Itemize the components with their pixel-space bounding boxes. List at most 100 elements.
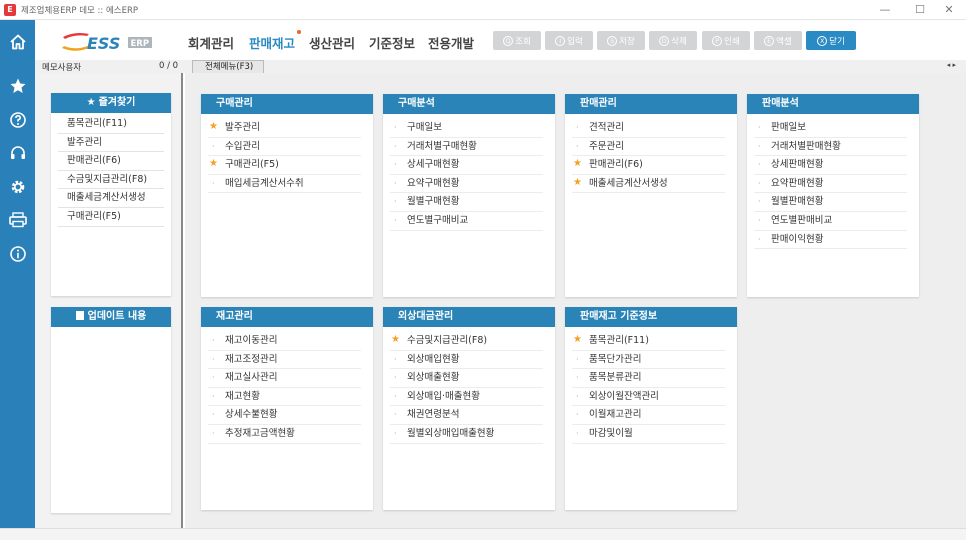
menu-item[interactable]: · 요약구매현황: [390, 175, 543, 194]
bullet-icon: ·: [576, 123, 579, 132]
menu-card-title: 판매분석: [747, 94, 919, 114]
menu-item[interactable]: · 거래처별판매현황: [754, 138, 907, 157]
minimize-button[interactable]: —: [868, 0, 902, 20]
menu-item[interactable]: · 판매이익현황: [754, 231, 907, 250]
memo-user-label: 메모사용자: [42, 63, 82, 73]
menu-item[interactable]: · 이월재고관리: [572, 406, 725, 425]
gear-icon[interactable]: [0, 173, 35, 201]
menu-item[interactable]: ★ 발주관리: [208, 119, 361, 138]
menu-item[interactable]: · 거래처별구매현황: [390, 138, 543, 157]
menu-item[interactable]: · 외상이월잔액관리: [572, 388, 725, 407]
bullet-icon: ·: [758, 123, 761, 132]
app-icon: E: [4, 3, 16, 16]
menu-item[interactable]: · 추정재고금액현황: [208, 425, 361, 444]
excel-icon: E: [764, 35, 775, 46]
menu-item-label: 재고이동관리: [225, 335, 278, 346]
print-button[interactable]: P 인쇄: [702, 31, 750, 50]
delete-button[interactable]: D 삭제: [649, 31, 697, 50]
close-window-button[interactable]: ✕: [932, 0, 966, 20]
bullet-icon: ·: [576, 141, 579, 151]
menu-item[interactable]: · 월별구매현황: [390, 193, 543, 212]
menu-item[interactable]: · 재고실사관리: [208, 369, 361, 388]
menu-item-label: 견적관리: [589, 122, 624, 133]
menu-item[interactable]: ★ 구매관리(F5): [208, 156, 361, 175]
window-title: 제조업체용ERP 데모 :: 에스ERP: [21, 5, 139, 16]
menu-item[interactable]: · 수입관리: [208, 138, 361, 157]
bullet-icon: ·: [394, 215, 397, 225]
menu-item[interactable]: · 재고이동관리: [208, 332, 361, 351]
tab-all-menu[interactable]: 전체메뉴(F3): [192, 60, 265, 73]
menu-item-label: 상세수불현황: [225, 409, 278, 421]
input-button-label: 입력: [567, 36, 583, 47]
updates-title: 업데이트 내용: [87, 311, 147, 322]
menu-card-list: · 판매일보 · 거래처별판매현황 · 상세판매현황 · 요약판매현황 · 월별판매현황 · 연도별판…: [747, 119, 919, 250]
menu-item-label: 판매일보: [771, 122, 806, 133]
printer-icon[interactable]: [0, 206, 35, 234]
menu-item[interactable]: · 품목분류관리: [572, 369, 725, 388]
menu-item[interactable]: · 연도별판매비교: [754, 212, 907, 231]
menu-item[interactable]: · 주문관리: [572, 138, 725, 157]
menu-item[interactable]: · 상세수불현황: [208, 406, 361, 425]
menu-item[interactable]: · 요약판매현황: [754, 175, 907, 194]
menu-item[interactable]: · 재고조정관리: [208, 351, 361, 370]
menu-item[interactable]: · 외상매출현황: [390, 369, 543, 388]
menu-item[interactable]: · 견적관리: [572, 119, 725, 138]
tab-scroll-arrows[interactable]: ◂ ▸: [947, 61, 956, 69]
favorite-item[interactable]: 구매관리(F5): [58, 208, 164, 227]
favorite-item[interactable]: 매출세금계산서생성: [58, 189, 164, 208]
menu-item[interactable]: · 품목단가관리: [572, 351, 725, 370]
menu-item[interactable]: · 상세판매현황: [754, 156, 907, 175]
menu-item[interactable]: · 상세구매현황: [390, 156, 543, 175]
search-button[interactable]: Q 조회: [493, 31, 541, 50]
home-icon[interactable]: [0, 28, 35, 56]
bullet-icon: ·: [394, 178, 397, 188]
bullet-icon: ·: [576, 373, 579, 383]
input-button[interactable]: I 입력: [545, 31, 593, 50]
favorite-item[interactable]: 발주관리: [58, 134, 164, 153]
menu-item[interactable]: ★ 수금및지급관리(F8): [390, 332, 543, 351]
menu-item[interactable]: · 연도별구매비교: [390, 212, 543, 231]
menu-card-title: 외상대금관리: [383, 307, 555, 327]
excel-button[interactable]: E 엑셀: [754, 31, 802, 50]
menu-item[interactable]: · 월별외상매입매출현황: [390, 425, 543, 444]
menu-item-label: 구매일보: [407, 122, 442, 133]
help-icon[interactable]: [0, 106, 35, 134]
menu-item[interactable]: · 외상매입·매출현황: [390, 388, 543, 407]
menu-item[interactable]: · 매입세금계산서수취: [208, 175, 361, 194]
menu-item[interactable]: · 월별판매현황: [754, 193, 907, 212]
menu-item[interactable]: ★ 품목관리(F11): [572, 332, 725, 351]
bullet-icon: ·: [394, 410, 397, 420]
favorite-item[interactable]: 품목관리(F11): [58, 115, 164, 134]
menu-item[interactable]: · 구매일보: [390, 119, 543, 138]
menu-accounting[interactable]: 회계관리: [188, 33, 234, 52]
favorite-item[interactable]: 판매관리(F6): [58, 152, 164, 171]
bullet-icon: ·: [394, 160, 397, 170]
top-toolbar: ESS ERP 회계관리 판매재고 생산관리 기준정보 전용개발 Q 조회 I 입력…: [35, 20, 966, 62]
headset-icon[interactable]: [0, 139, 35, 167]
menu-item[interactable]: · 재고현황: [208, 388, 361, 407]
bullet-icon: ·: [212, 354, 215, 364]
menu-card-list: · 구매일보 · 거래처별구매현황 · 상세구매현황 · 요약구매현황 · 월별구매현황 · 연도별구…: [383, 119, 555, 231]
bullet-icon: ·: [394, 373, 397, 383]
favorite-item[interactable]: 수금및지급관리(F8): [58, 171, 164, 190]
info-icon[interactable]: [0, 240, 35, 268]
save-button[interactable]: S 저장: [597, 31, 645, 50]
menu-card-c2: 구매분석 · 구매일보 · 거래처별구매현황 · 상세구매현황 · 요약구매현황 · 월별구매현황 ·…: [383, 94, 555, 297]
menu-custom-dev[interactable]: 전용개발: [428, 33, 474, 52]
menu-item[interactable]: ★ 매출세금계산서생성: [572, 175, 725, 194]
menu-card-c6: 외상대금관리 ★ 수금및지급관리(F8) · 외상매입현황 · 외상매출현황 · 외상매입·매출…: [383, 307, 555, 510]
star-icon[interactable]: [0, 72, 35, 100]
menu-item[interactable]: · 판매일보: [754, 119, 907, 138]
menu-production[interactable]: 생산관리: [309, 33, 355, 52]
menu-item[interactable]: · 채권연령분석: [390, 406, 543, 425]
menu-item[interactable]: · 외상매입현황: [390, 351, 543, 370]
menu-item[interactable]: ★ 판매관리(F6): [572, 156, 725, 175]
menu-sales-inventory[interactable]: 판매재고: [249, 30, 302, 52]
close-button[interactable]: X 닫기: [806, 31, 856, 50]
menu-card-list: ★ 품목관리(F11) · 품목단가관리 · 품목분류관리 · 외상이월잔액관리 · 이월재고관리…: [565, 332, 737, 444]
menu-item[interactable]: · 마감및이월: [572, 425, 725, 444]
bullet-icon: ·: [576, 391, 579, 401]
menu-item-label: 품목관리(F11): [589, 335, 649, 346]
menu-standard-info[interactable]: 기준정보: [369, 33, 415, 52]
menu-item-label: 채권연령분석: [407, 409, 460, 421]
